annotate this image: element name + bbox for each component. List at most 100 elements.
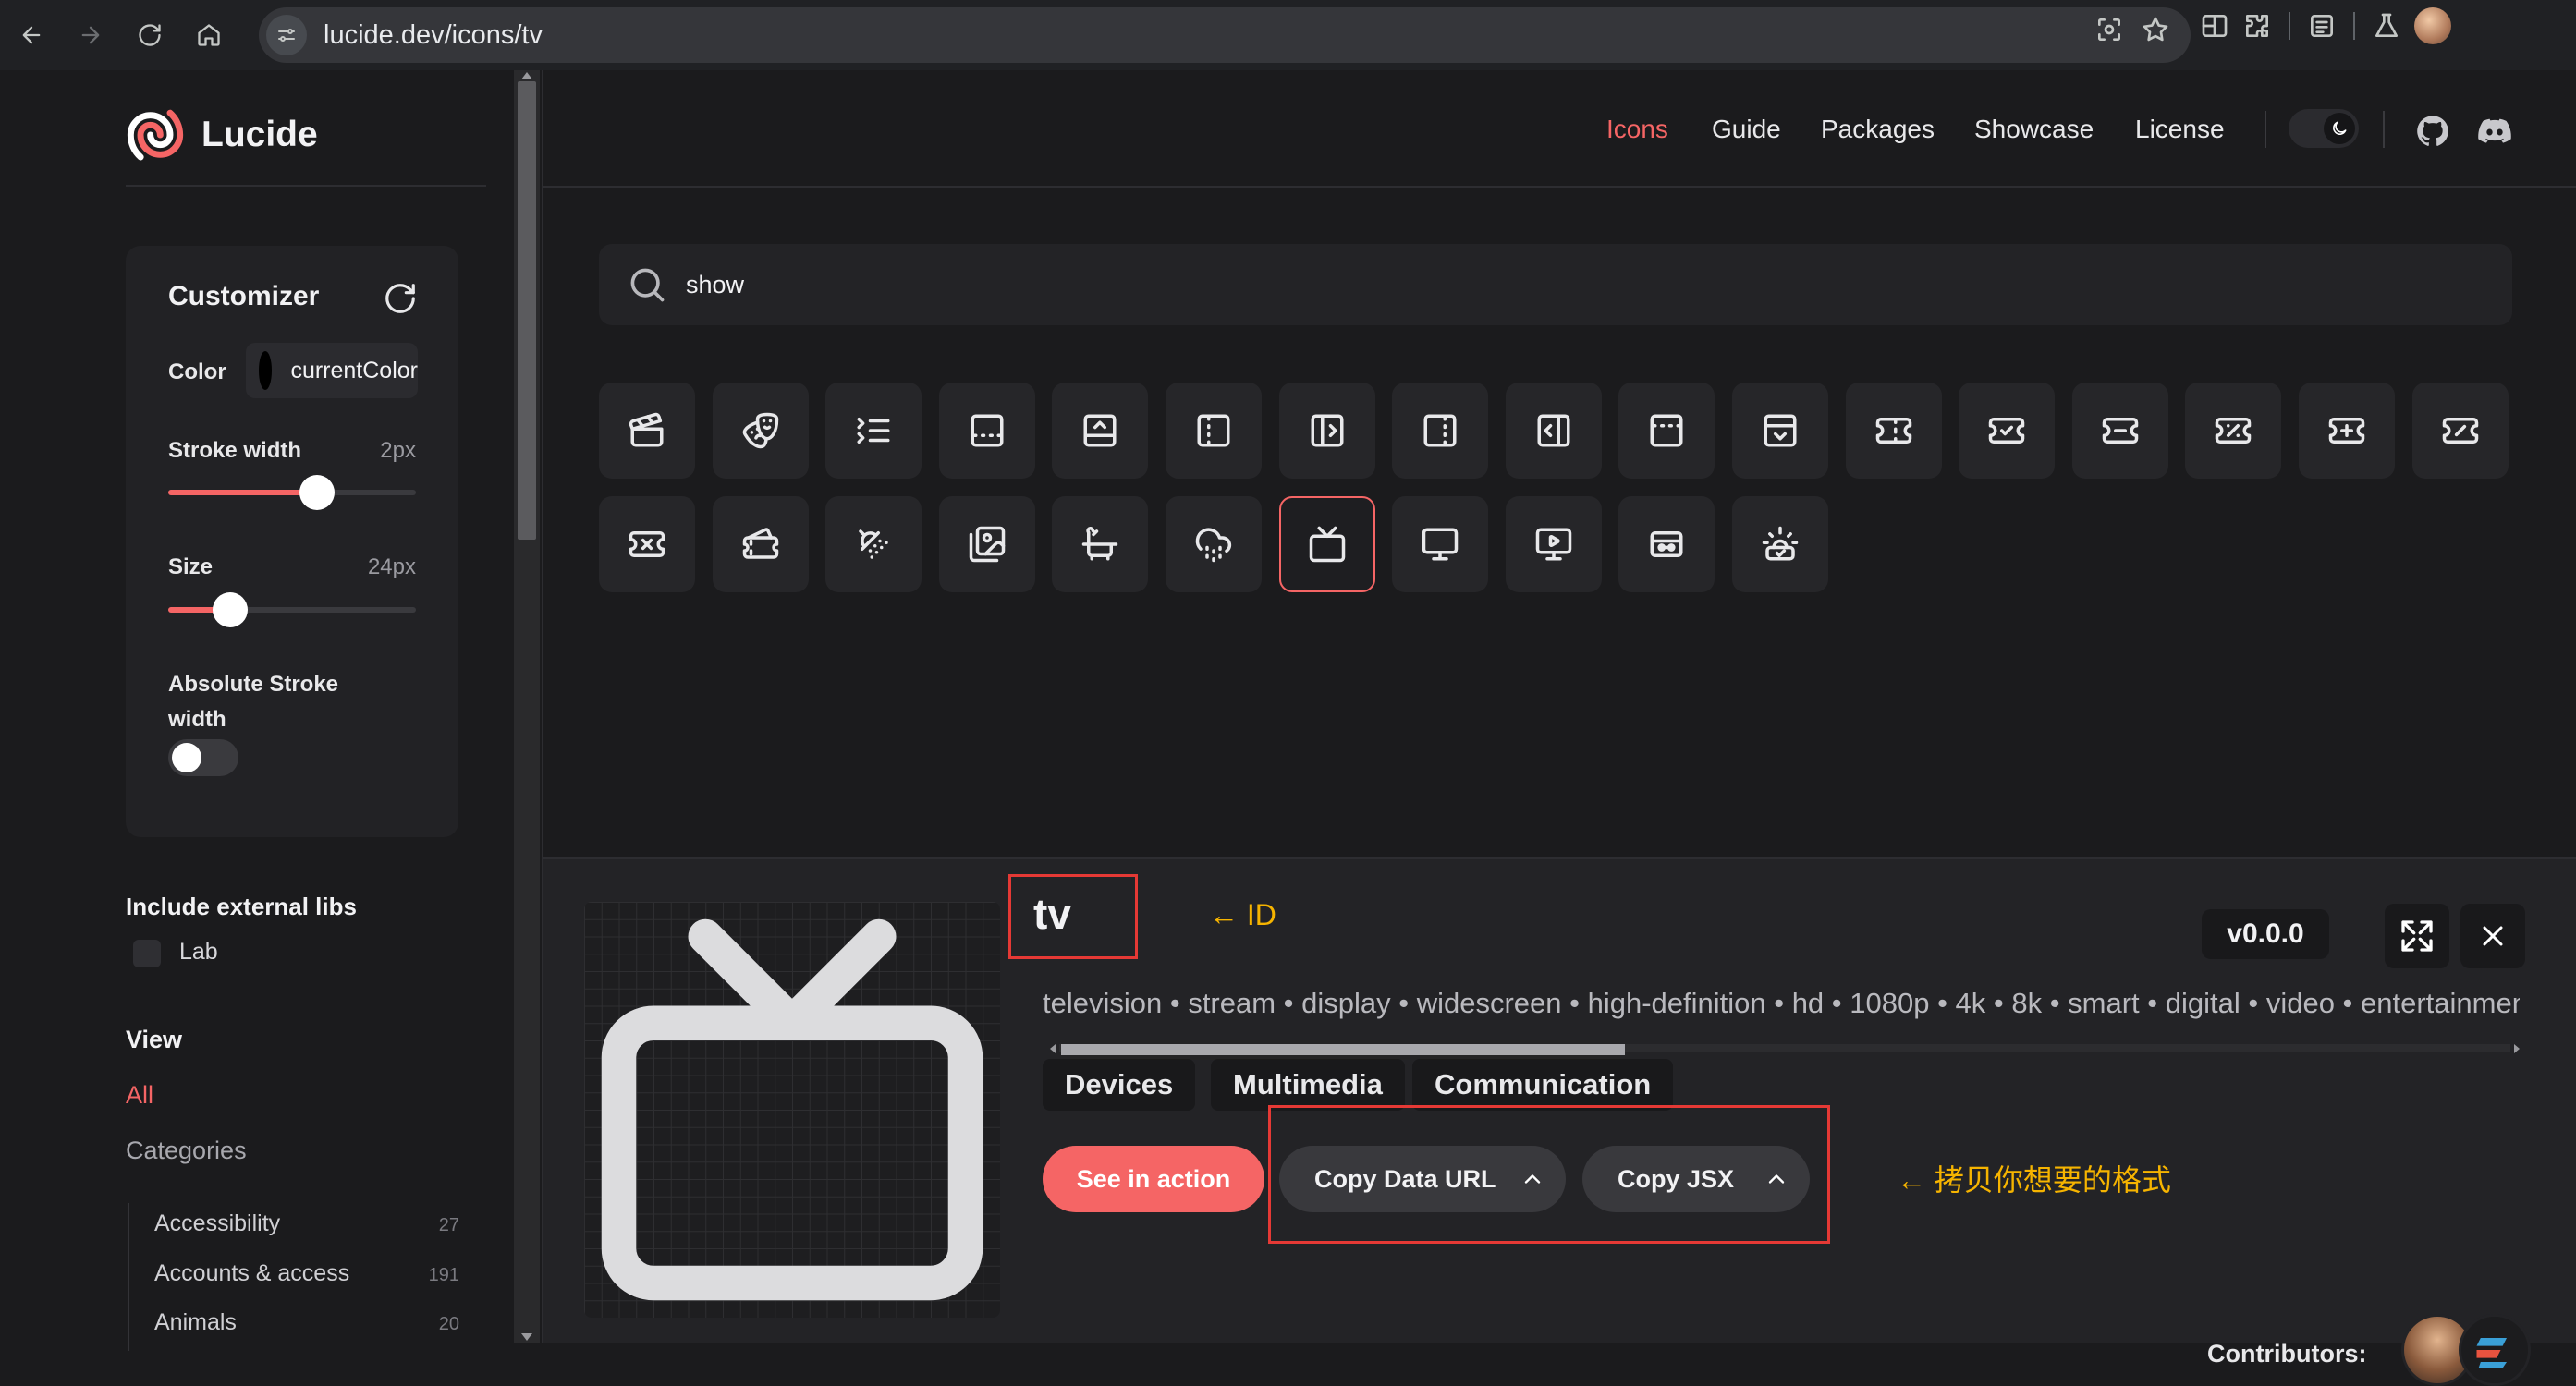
icon-tile-panel-left-dashed[interactable]: [1166, 383, 1262, 479]
panel-bottom-open-icon: [1083, 414, 1117, 447]
scroll-down-arrow[interactable]: [521, 1333, 532, 1341]
reload-button[interactable]: [122, 7, 177, 63]
reading-list-icon[interactable]: [2307, 11, 2337, 41]
nav-license[interactable]: License: [2135, 115, 2225, 144]
theme-toggle[interactable]: [2289, 109, 2359, 148]
close-button[interactable]: [2460, 904, 2525, 968]
lab-checkbox[interactable]: [133, 940, 161, 967]
address-bar[interactable]: lucide.dev/icons/tv: [259, 7, 2191, 63]
icon-tile-bath[interactable]: [1052, 495, 1149, 592]
icon-tile-list-collapse[interactable]: [825, 383, 922, 479]
icon-tile-clapperboard[interactable]: [599, 383, 695, 479]
stroke-width-slider-handle[interactable]: [299, 475, 335, 510]
category-chip-multimedia[interactable]: Multimedia: [1211, 1059, 1405, 1111]
site-info-icon[interactable]: [266, 15, 307, 55]
size-value: 24px: [367, 554, 416, 579]
icon-tile-panel-bottom-dashed[interactable]: [938, 383, 1035, 479]
bookmark-star-icon[interactable]: [2141, 15, 2170, 44]
fullscreen-button[interactable]: [2385, 904, 2449, 968]
github-link[interactable]: [2414, 113, 2451, 150]
category-item[interactable]: Animals 20: [154, 1309, 459, 1336]
icon-tile-ticket[interactable]: [1845, 383, 1942, 479]
copy-data-url-button[interactable]: Copy Data URL: [1279, 1146, 1566, 1212]
sidebar-scrollbar[interactable]: [514, 70, 540, 1343]
icon-tile-shower-head[interactable]: [825, 495, 922, 592]
see-in-action-button[interactable]: See in action: [1043, 1146, 1264, 1212]
icon-tile-monitor[interactable]: [1392, 495, 1489, 592]
nav-guide[interactable]: Guide: [1712, 115, 1781, 144]
category-item[interactable]: Accessibility 27: [154, 1210, 459, 1237]
size-slider-handle[interactable]: [213, 592, 248, 627]
icon-tile-tickets[interactable]: [712, 495, 809, 592]
icon-tile-ticket-percent[interactable]: [2185, 383, 2282, 479]
lab-checkbox-label[interactable]: Lab: [179, 939, 218, 966]
icon-tile-ticket-slash[interactable]: [2411, 383, 2509, 479]
category-chip-communication[interactable]: Communication: [1412, 1059, 1674, 1111]
icon-tile-tv-minimal-play[interactable]: [1618, 495, 1715, 592]
icon-detail-panel: tv ← ID v0.0.0 television • stream • dis…: [543, 857, 2576, 1386]
tags-scrollbar-thumb[interactable]: [1061, 1044, 1625, 1055]
contributor-avatar[interactable]: [2459, 1314, 2531, 1386]
icon-tile-ticket-x[interactable]: [599, 495, 695, 592]
browser-toolbar: lucide.dev/icons/tv: [0, 0, 2576, 70]
version-badge[interactable]: v0.0.0: [2202, 909, 2329, 959]
labs-flask-icon[interactable]: [2372, 11, 2401, 41]
absolute-stroke-toggle[interactable]: [168, 739, 238, 776]
color-swatch[interactable]: [259, 351, 273, 390]
list-collapse-icon: [857, 418, 890, 444]
size-slider[interactable]: [168, 592, 416, 627]
icon-tile-cctv-sunrise[interactable]: [1732, 495, 1828, 592]
lens-icon[interactable]: [2094, 15, 2124, 44]
icon-tile-monitor-play[interactable]: [1505, 495, 1602, 592]
monitor-icon: [1422, 528, 1459, 561]
color-picker[interactable]: currentColor: [246, 343, 418, 398]
icon-tile-tv[interactable]: [1278, 495, 1375, 592]
nav-showcase[interactable]: Showcase: [1974, 115, 2094, 144]
search-input[interactable]: [686, 270, 2442, 299]
icon-tile-images[interactable]: [938, 495, 1035, 592]
icon-tile-ticket-check[interactable]: [1959, 383, 2056, 479]
ticket-minus-icon: [2102, 418, 2139, 444]
lucide-logo-icon: [127, 109, 184, 161]
discord-link[interactable]: [2475, 113, 2514, 150]
copy-jsx-button[interactable]: Copy JSX: [1582, 1146, 1810, 1212]
brand-logo[interactable]: Lucide: [126, 105, 318, 164]
icon-tile-panel-right-open[interactable]: [1505, 383, 1602, 479]
extensions-icon[interactable]: [2242, 11, 2272, 41]
color-value[interactable]: currentColor: [290, 358, 418, 384]
icon-tile-panel-top-open[interactable]: [1732, 383, 1828, 479]
scroll-up-arrow[interactable]: [521, 72, 532, 79]
category-name[interactable]: Animals: [154, 1309, 237, 1336]
icon-tile-drama[interactable]: [712, 383, 809, 479]
reset-button[interactable]: [383, 281, 418, 316]
icon-tile-panel-right-dashed[interactable]: [1392, 383, 1489, 479]
category-name[interactable]: Accounts & access: [154, 1260, 349, 1287]
icon-tile-ticket-plus[interactable]: [2299, 383, 2395, 479]
icon-tile-panel-left-open[interactable]: [1278, 383, 1375, 479]
view-all-link[interactable]: All: [126, 1081, 153, 1110]
icon-tile-ticket-minus[interactable]: [2071, 383, 2168, 479]
nav-icons[interactable]: Icons: [1606, 115, 1668, 144]
ticket-percent-icon: [2216, 418, 2252, 444]
forward-button[interactable]: [63, 7, 118, 63]
copy-data-url-label[interactable]: Copy Data URL: [1314, 1165, 1496, 1194]
split-view-icon[interactable]: [2200, 11, 2229, 41]
tags-scrollbar[interactable]: [1050, 1040, 2520, 1055]
icon-tile-panel-top-dashed[interactable]: [1618, 383, 1715, 479]
profile-avatar[interactable]: [2414, 7, 2451, 44]
copy-jsx-label[interactable]: Copy JSX: [1618, 1165, 1734, 1194]
icon-tile-cloud-drizzle[interactable]: [1166, 495, 1262, 592]
stroke-width-slider[interactable]: [168, 475, 416, 510]
back-button[interactable]: [4, 7, 59, 63]
category-count: 20: [438, 1314, 459, 1334]
scrollbar-thumb[interactable]: [518, 81, 536, 540]
customizer-title: Customizer: [168, 281, 320, 311]
search-bar[interactable]: [599, 244, 2512, 325]
home-button[interactable]: [181, 7, 237, 63]
category-chip-devices[interactable]: Devices: [1043, 1059, 1196, 1111]
nav-packages[interactable]: Packages: [1821, 115, 1935, 144]
category-name[interactable]: Accessibility: [154, 1210, 280, 1237]
url-text[interactable]: lucide.dev/icons/tv: [324, 20, 543, 51]
icon-tile-panel-bottom-open[interactable]: [1052, 383, 1149, 479]
category-item[interactable]: Accounts & access 191: [154, 1260, 459, 1287]
